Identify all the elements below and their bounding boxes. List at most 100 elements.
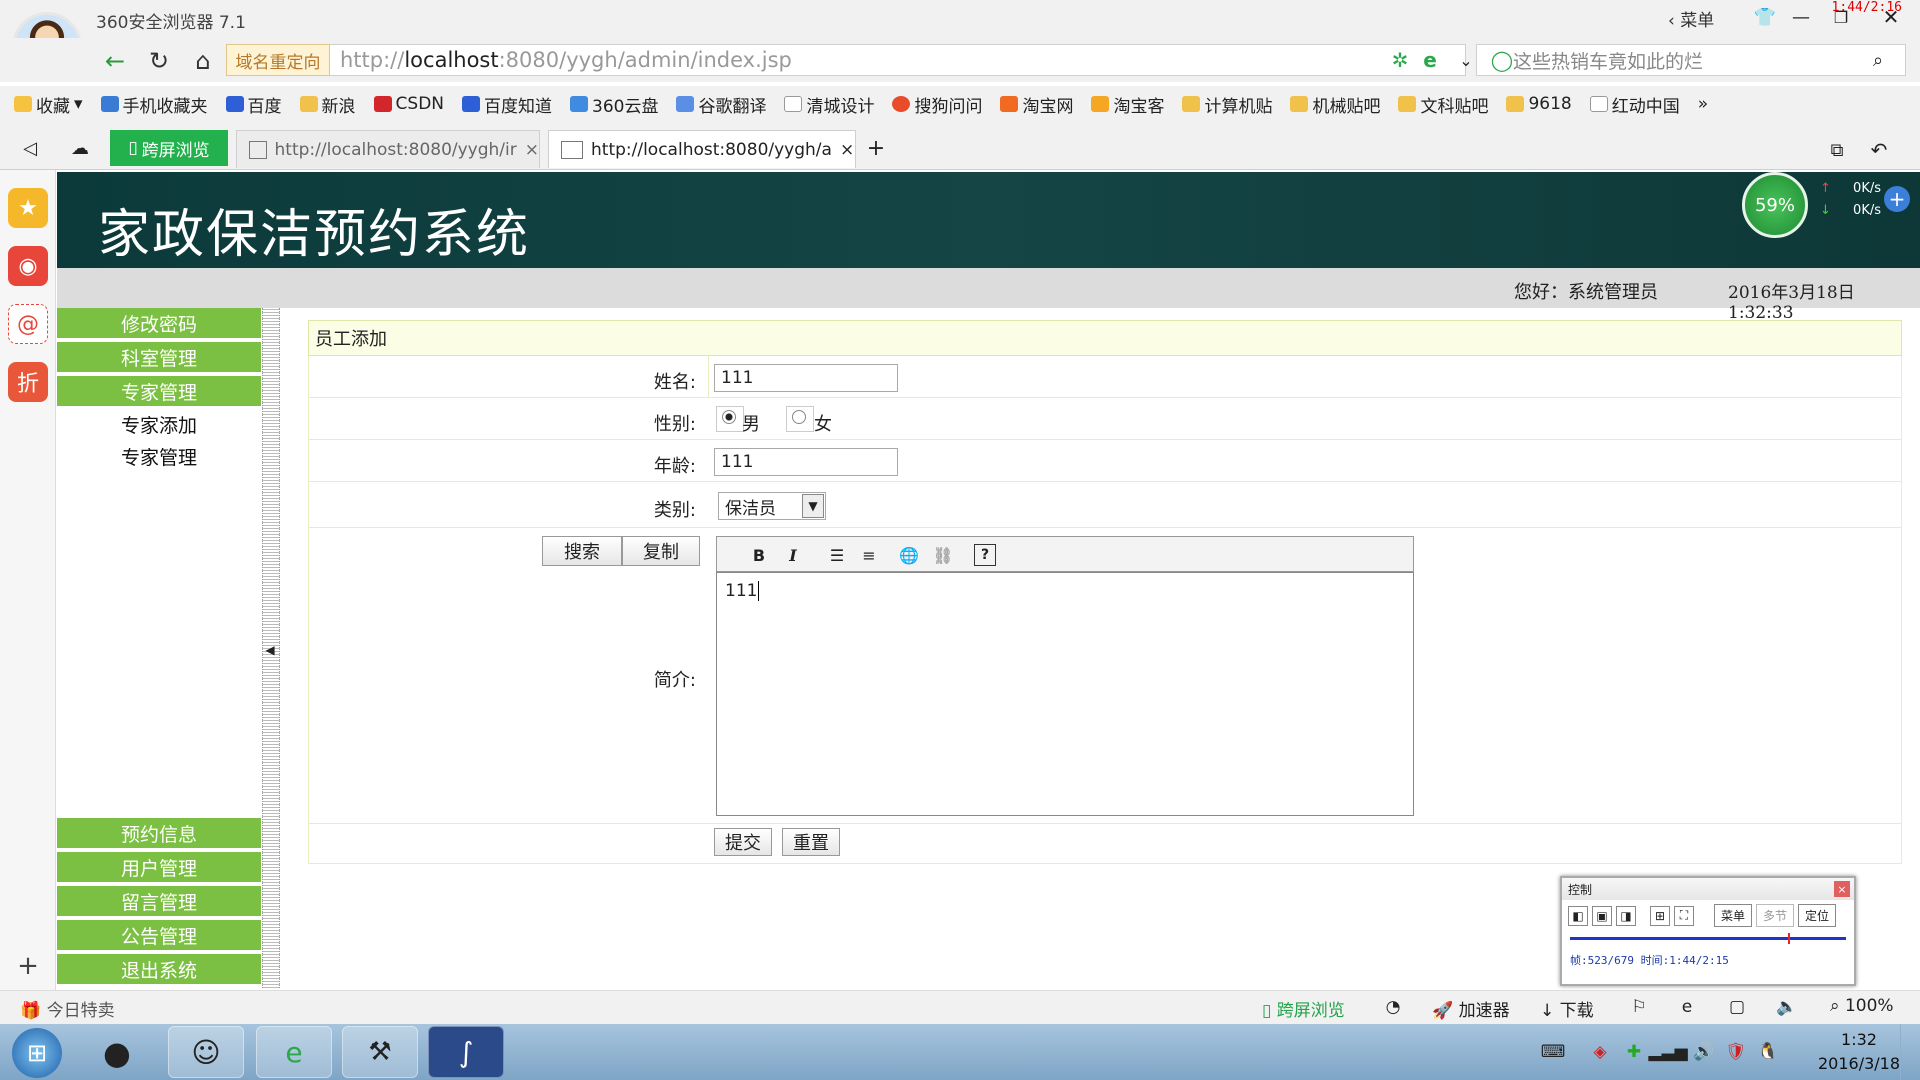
accelerator-link[interactable]: 🚀 加速器 [1432, 996, 1510, 1021]
tray-app-icon[interactable]: ◈ [1588, 1040, 1612, 1064]
minimize-icon[interactable]: — [1788, 4, 1814, 30]
help-icon[interactable]: ? [974, 544, 996, 566]
menu-logout[interactable]: 退出系统 [57, 954, 261, 986]
weibo-icon[interactable]: ◉ [8, 246, 48, 286]
undo-close-icon[interactable]: ↶ [1866, 138, 1892, 162]
bookmark-item[interactable]: 机械贴吧 [1290, 92, 1380, 117]
submenu-expert-add[interactable]: 专家添加 [57, 408, 261, 440]
name-input[interactable]: 111 [714, 364, 898, 392]
home-icon[interactable]: ⌂ [188, 46, 218, 76]
bookmark-item[interactable]: 计算机贴 [1182, 92, 1272, 117]
tab-item-active[interactable]: http://localhost:8080/yygh/a × [548, 130, 856, 168]
chevron-down-icon[interactable]: ⌄ [1456, 48, 1476, 72]
submenu-expert-manage[interactable]: 专家管理 [57, 440, 261, 472]
qq-icon[interactable]: 🐧 [1756, 1040, 1780, 1064]
search-input[interactable]: 这些热销车竟如此的烂 [1476, 44, 1906, 76]
menu-appointments[interactable]: 预约信息 [57, 818, 261, 850]
email-at-icon[interactable]: @ [8, 304, 48, 344]
control-locate-button[interactable]: 定位 [1798, 904, 1837, 927]
redirect-badge[interactable]: 域名重定向 [226, 44, 330, 76]
radio-female[interactable] [792, 410, 806, 424]
taskbar-app-eclipse[interactable]: ∫ [428, 1026, 504, 1078]
playback-progress[interactable] [1570, 933, 1846, 944]
search-button[interactable]: 搜索 [542, 536, 622, 566]
add-sidebar-icon[interactable]: + [14, 951, 42, 981]
restore-tabs-icon[interactable]: ⧉ [1824, 138, 1850, 162]
close-tab-icon[interactable]: × [840, 140, 854, 160]
control-menu-button[interactable]: 菜单 [1714, 904, 1753, 927]
taskbar-app-browser[interactable]: e [256, 1026, 332, 1078]
bookmark-item[interactable]: 百度 [225, 92, 282, 117]
window-icon[interactable]: ▢ [1726, 996, 1748, 1018]
bookmark-item[interactable]: 淘宝客 [1091, 92, 1164, 117]
bookmark-item[interactable]: 百度知道 [462, 92, 552, 117]
control-multi-button[interactable]: 多节 [1756, 904, 1795, 927]
radio-male[interactable] [722, 410, 736, 424]
search-icon[interactable]: ⌕ [1866, 48, 1890, 72]
ie-icon[interactable]: e [1676, 996, 1698, 1018]
copy-button[interactable]: 复制 [622, 536, 700, 566]
download-link[interactable]: ↓ 下载 [1540, 996, 1594, 1021]
ie-mode-icon[interactable]: e [1418, 48, 1442, 72]
security-icon[interactable]: 🛡 [1724, 1040, 1748, 1064]
bookmark-item[interactable]: 360云盘 [570, 92, 658, 117]
tab-item[interactable]: http://localhost:8080/yygh/ir × [236, 130, 540, 168]
tab-cross-screen[interactable]: ▯ 跨屏浏览 [110, 130, 228, 166]
dropdown-arrow-icon[interactable]: ▼ [802, 494, 824, 518]
more-bookmarks-icon[interactable]: » [1698, 94, 1708, 114]
bookmark-item[interactable]: 谷歌翻译 [676, 92, 766, 117]
bio-editor[interactable]: 111 [716, 572, 1414, 816]
tray-plus-icon[interactable]: ✚ [1622, 1040, 1646, 1064]
address-bar[interactable]: http://localhost:8080/yygh/admin/index.j… [330, 44, 1466, 76]
compat-mode-icon[interactable]: ✲ [1388, 48, 1412, 72]
refresh-icon[interactable]: ↻ [144, 46, 174, 76]
show-desktop-button[interactable] [1900, 1024, 1920, 1080]
app-balls-icon[interactable]: ● [92, 1030, 142, 1076]
bookmark-item[interactable]: 红动中国 [1589, 92, 1680, 117]
bookmark-item[interactable]: 手机收藏夹 [100, 92, 208, 117]
plus-circle-icon[interactable]: + [1884, 186, 1910, 212]
new-tab-icon[interactable]: + [864, 136, 888, 161]
favorites-star-icon[interactable]: ★ [8, 188, 48, 228]
bookmark-item[interactable]: 9618 [1506, 94, 1572, 114]
bookmark-item[interactable]: 新浪 [299, 92, 356, 117]
italic-icon[interactable]: I [782, 544, 804, 566]
bookmark-item[interactable]: 收藏 ▾ [14, 92, 83, 117]
sound-icon[interactable]: 🔈 [1776, 996, 1798, 1018]
system-clock[interactable]: 1:32 2016/3/18 [1818, 1028, 1900, 1076]
pause-icon[interactable]: ▣ [1592, 905, 1612, 926]
bold-icon[interactable]: B [748, 544, 770, 566]
submit-button[interactable]: 提交 [714, 828, 772, 856]
keyboard-icon[interactable]: ⌨ [1540, 1040, 1566, 1064]
taskbar-app-tools[interactable]: ⚒ [342, 1026, 418, 1078]
unordered-list-icon[interactable]: ≡ [858, 544, 880, 566]
bookmark-item[interactable]: 文科贴吧 [1398, 92, 1488, 117]
bookmark-item[interactable]: 搜狗问问 [892, 92, 982, 117]
age-input[interactable]: 111 [714, 448, 898, 476]
play-back-icon[interactable]: ◧ [1568, 905, 1588, 926]
tab-back-icon[interactable]: ◁ [18, 136, 42, 160]
ordered-list-icon[interactable]: ☰ [826, 544, 848, 566]
fit-icon[interactable]: ⊞ [1650, 905, 1670, 926]
fullscreen-icon[interactable]: ⛶ [1674, 905, 1694, 926]
signal-icon[interactable]: ▂▃▅ [1648, 1040, 1687, 1064]
menu-department[interactable]: 科室管理 [57, 342, 261, 374]
menu-messages[interactable]: 留言管理 [57, 886, 261, 918]
shirt-icon[interactable]: 👕 [1752, 4, 1778, 30]
menu-expert[interactable]: 专家管理 [57, 376, 261, 408]
flag-icon[interactable]: ⚐ [1628, 996, 1650, 1018]
today-deals-link[interactable]: 🎁 今日特卖 [20, 996, 115, 1021]
discount-icon[interactable]: 折 [8, 362, 48, 402]
browser-menu-button[interactable]: ‹ 菜单 [1668, 6, 1714, 31]
bookmark-item[interactable]: CSDN [373, 94, 444, 114]
insert-link-icon[interactable]: 🌐 [898, 544, 920, 566]
zoom-control[interactable]: ⌕ 100% [1830, 996, 1894, 1016]
collapse-arrow-icon[interactable]: ◀ [264, 640, 276, 660]
taskbar-app-avatar[interactable]: ☺ [168, 1026, 244, 1078]
cross-screen-link[interactable]: ▯ 跨屏浏览 [1262, 996, 1345, 1021]
menu-announcements[interactable]: 公告管理 [57, 920, 261, 952]
speed-dial-icon[interactable]: ◔ [1382, 996, 1404, 1018]
volume-icon[interactable]: 🔊 [1692, 1040, 1716, 1064]
bookmark-item[interactable]: 淘宝网 [1000, 92, 1073, 117]
reset-button[interactable]: 重置 [782, 828, 840, 856]
